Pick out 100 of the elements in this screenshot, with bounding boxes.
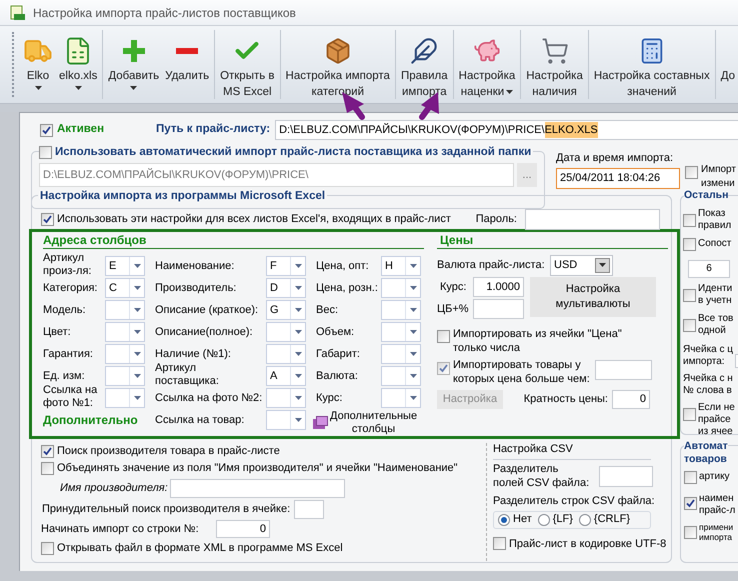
column-combo[interactable] xyxy=(105,300,145,320)
field-label: Ед. изм: xyxy=(43,370,85,383)
checkbox[interactable] xyxy=(41,212,54,226)
toolbar-button[interactable]: Открыть в MS Excel xyxy=(217,26,278,103)
checkbox-label: наимен прайс-л xyxy=(699,493,736,517)
checkbox[interactable] xyxy=(683,289,696,302)
field-label: Начинать импорт со строки №: xyxy=(41,522,199,535)
extra-columns-button[interactable]: Дополнительные столбцы xyxy=(313,410,418,436)
checkbox[interactable] xyxy=(437,362,450,375)
caret-icon xyxy=(130,86,138,90)
toolbar-button[interactable]: Правила импорта xyxy=(398,26,451,103)
checkbox-label: Иденти в учетн xyxy=(698,283,732,307)
column-combo[interactable] xyxy=(266,322,306,342)
field-label: Категория: xyxy=(43,282,98,295)
field-label: Разделитель строк CSV файла: xyxy=(493,494,655,509)
radio-button[interactable] xyxy=(498,514,510,526)
column-combo[interactable] xyxy=(105,322,145,342)
column-combo[interactable]: F xyxy=(266,256,306,276)
column-combo[interactable]: G xyxy=(266,300,306,320)
checkbox-label: артику xyxy=(699,471,730,483)
column-combo[interactable] xyxy=(266,344,306,364)
minus-icon xyxy=(176,48,198,54)
column-combo[interactable] xyxy=(105,344,145,364)
browse-button[interactable]: ... xyxy=(517,163,537,187)
feather-icon xyxy=(410,37,438,65)
checkbox[interactable] xyxy=(684,497,697,510)
checkbox[interactable] xyxy=(685,166,698,179)
toolbar-button[interactable]: Добавить xyxy=(105,26,162,103)
toolbar-button[interactable]: Настройка наценки xyxy=(456,26,518,103)
toolbar-button[interactable]: Настройка наличия xyxy=(523,26,586,103)
field-label: Курс: xyxy=(316,392,342,405)
field-label: Валюта: xyxy=(316,370,358,383)
column-combo[interactable]: E xyxy=(105,256,145,276)
checkbox[interactable] xyxy=(684,526,697,539)
cart-icon xyxy=(540,37,569,65)
field-label: Наименование: xyxy=(155,260,234,273)
start-row-field[interactable]: 0 xyxy=(216,520,270,538)
checkbox[interactable] xyxy=(683,238,696,251)
separator-field[interactable] xyxy=(599,466,653,487)
caret-icon xyxy=(74,86,82,90)
caret-icon xyxy=(599,263,606,267)
column-combo[interactable]: C xyxy=(105,278,145,298)
folder-field[interactable]: D:\ELBUZ.COM\ПРАЙСЫ\KRUKOV(ФОРУМ)\PRICE\ xyxy=(39,163,514,187)
column-combo[interactable] xyxy=(381,278,421,298)
caret-icon xyxy=(134,396,140,400)
toolbar-button[interactable]: Elko xyxy=(20,26,56,103)
toolbar-button[interactable]: Удалить xyxy=(162,26,212,103)
checkbox[interactable] xyxy=(40,124,53,136)
date-field[interactable]: 25/04/2011 18:04:26 xyxy=(556,168,680,188)
checkbox[interactable] xyxy=(493,537,506,550)
column-combo[interactable] xyxy=(266,410,306,430)
column-combo[interactable] xyxy=(381,322,421,342)
column-combo[interactable]: D xyxy=(266,278,306,298)
field-label: Ссылка на фото №2: xyxy=(155,392,262,405)
column-combo[interactable] xyxy=(105,388,145,408)
field-label: Габарит: xyxy=(316,348,360,361)
min-price-field[interactable] xyxy=(594,360,652,380)
password-field[interactable] xyxy=(525,208,660,230)
column-combo[interactable] xyxy=(105,366,145,386)
percent-field[interactable] xyxy=(473,299,524,319)
field-label: Цена, розн.: xyxy=(316,282,378,295)
checkbox[interactable] xyxy=(41,542,54,554)
caret-icon xyxy=(134,374,140,378)
number-field[interactable]: 6 xyxy=(688,260,730,278)
column-combo[interactable]: H xyxy=(381,256,421,276)
radio-button[interactable] xyxy=(538,514,550,526)
checkbox-label: Сопост xyxy=(698,238,732,250)
checkbox[interactable] xyxy=(683,319,696,332)
checkbox[interactable] xyxy=(41,445,54,458)
toolbar-button[interactable]: До xyxy=(718,26,738,103)
section-title: Дополнительно xyxy=(43,413,138,427)
checkbox[interactable] xyxy=(39,146,52,160)
checkbox-label: Активен xyxy=(57,122,104,138)
column-combo[interactable] xyxy=(381,366,421,386)
toolbar-button[interactable]: Настройка составных значений xyxy=(590,26,713,103)
rate-field[interactable]: 1.0000 xyxy=(473,277,524,297)
field-label: Разделитель полей CSV файла: xyxy=(493,462,590,490)
column-combo[interactable] xyxy=(381,344,421,364)
cell-field[interactable] xyxy=(294,500,324,518)
currency-select[interactable]: USD xyxy=(550,254,613,276)
column-combo[interactable] xyxy=(381,388,421,408)
column-combo[interactable] xyxy=(381,300,421,320)
checkbox[interactable] xyxy=(683,214,696,227)
toolbar-button[interactable]: elko.xls xyxy=(56,26,100,103)
checkbox[interactable] xyxy=(683,408,696,421)
multiplicity-field[interactable]: 0 xyxy=(612,390,650,409)
plus-icon xyxy=(122,40,145,62)
checkbox[interactable] xyxy=(41,462,54,475)
radio-button[interactable] xyxy=(578,514,591,526)
group-title: Использовать автоматический импорт прайс-листа поставщика из заданной папки xyxy=(55,145,532,160)
checkbox-label: Объединять значение из поля "Имя производителя" и ячейки "Наименование" xyxy=(57,461,458,476)
path-field[interactable]: D:\ELBUZ.COM\ПРАЙСЫ\KRUKOV(ФОРУМ)\PRICE\ELKO.XLS xyxy=(275,120,738,140)
multicurrency-button[interactable]: Настройка мультивалюты xyxy=(530,277,656,317)
checkbox[interactable] xyxy=(684,471,697,484)
checkbox[interactable] xyxy=(437,330,450,343)
column-combo[interactable] xyxy=(266,388,306,408)
box-icon xyxy=(313,416,328,430)
checkbox-label: Импортировать из ячейки "Цена" только числа xyxy=(453,327,622,355)
manufacturer-field[interactable] xyxy=(170,478,345,498)
column-combo[interactable]: A xyxy=(266,366,306,386)
